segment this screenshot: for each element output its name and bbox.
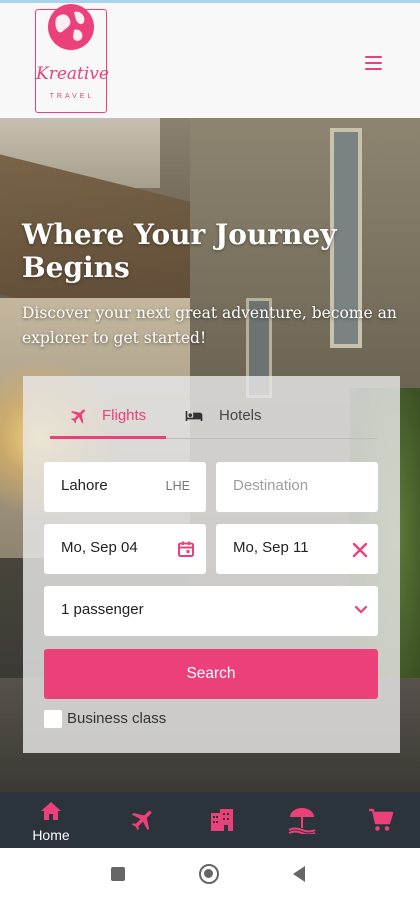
globe-icon	[48, 4, 94, 50]
back-button[interactable]	[292, 865, 306, 883]
business-class-label[interactable]: Business class	[67, 710, 166, 727]
brand-logo[interactable]: Kreative TRAVEL	[35, 4, 109, 113]
depart-date-field[interactable]: Mo, Sep 04	[44, 524, 206, 574]
airplane-icon	[131, 810, 152, 831]
bottom-navigation: Home	[0, 792, 420, 848]
nav-home-label: Home	[32, 827, 70, 843]
tab-hotels-label: Hotels	[219, 407, 262, 424]
recent-apps-button[interactable]	[111, 867, 125, 881]
hero-subtitle: Discover your next great adventure, beco…	[22, 304, 397, 347]
nav-hotels[interactable]	[192, 792, 252, 848]
passenger-select[interactable]: 1 passenger	[44, 586, 378, 636]
menu-icon[interactable]	[364, 55, 386, 71]
return-date-value: Mo, Sep 11	[233, 539, 309, 556]
cart-icon	[369, 808, 394, 831]
nav-cart[interactable]	[350, 792, 410, 848]
home-icon	[41, 802, 61, 820]
return-date-field[interactable]: Mo, Sep 11	[216, 524, 378, 574]
clear-return-date-icon[interactable]	[352, 542, 368, 558]
bed-icon	[185, 411, 203, 421]
tab-flights[interactable]: Flights	[50, 398, 166, 442]
calendar-icon[interactable]	[177, 540, 195, 558]
home-button-dot	[204, 869, 213, 878]
home-button[interactable]	[199, 864, 219, 884]
nav-beach[interactable]	[272, 792, 332, 848]
chevron-down-icon	[354, 605, 368, 614]
airplane-icon	[71, 409, 85, 424]
active-tab-indicator	[50, 436, 166, 439]
hero-title: Where Your Journey Begins	[22, 218, 337, 284]
destination-placeholder: Destination	[233, 477, 309, 494]
beach-umbrella-icon	[288, 808, 316, 834]
origin-field[interactable]: Lahore LHE	[44, 462, 206, 512]
brand-tagline: TRAVEL	[49, 93, 95, 100]
search-button[interactable]: Search	[44, 649, 378, 699]
nav-home[interactable]: Home	[21, 792, 81, 848]
passenger-value: 1 passenger	[61, 601, 144, 618]
brand-name: Kreative	[36, 64, 109, 84]
origin-code: LHE	[165, 479, 190, 493]
app-header: Kreative TRAVEL	[0, 3, 420, 118]
origin-value: Lahore	[61, 477, 108, 494]
nav-flights[interactable]	[113, 792, 173, 848]
system-navigation-bar	[0, 848, 420, 900]
search-panel: Flights Hotels Lahore LHE Destination Mo…	[23, 376, 400, 753]
depart-date-value: Mo, Sep 04	[61, 539, 138, 556]
tab-flights-label: Flights	[102, 407, 147, 424]
hotel-building-icon	[211, 809, 233, 831]
destination-field[interactable]: Destination	[216, 462, 378, 512]
hero-section: Where Your Journey Begins Discover your …	[0, 118, 420, 792]
back-triangle-icon	[293, 866, 305, 882]
business-class-checkbox[interactable]	[44, 710, 62, 728]
tab-hotels[interactable]: Hotels	[181, 398, 281, 442]
